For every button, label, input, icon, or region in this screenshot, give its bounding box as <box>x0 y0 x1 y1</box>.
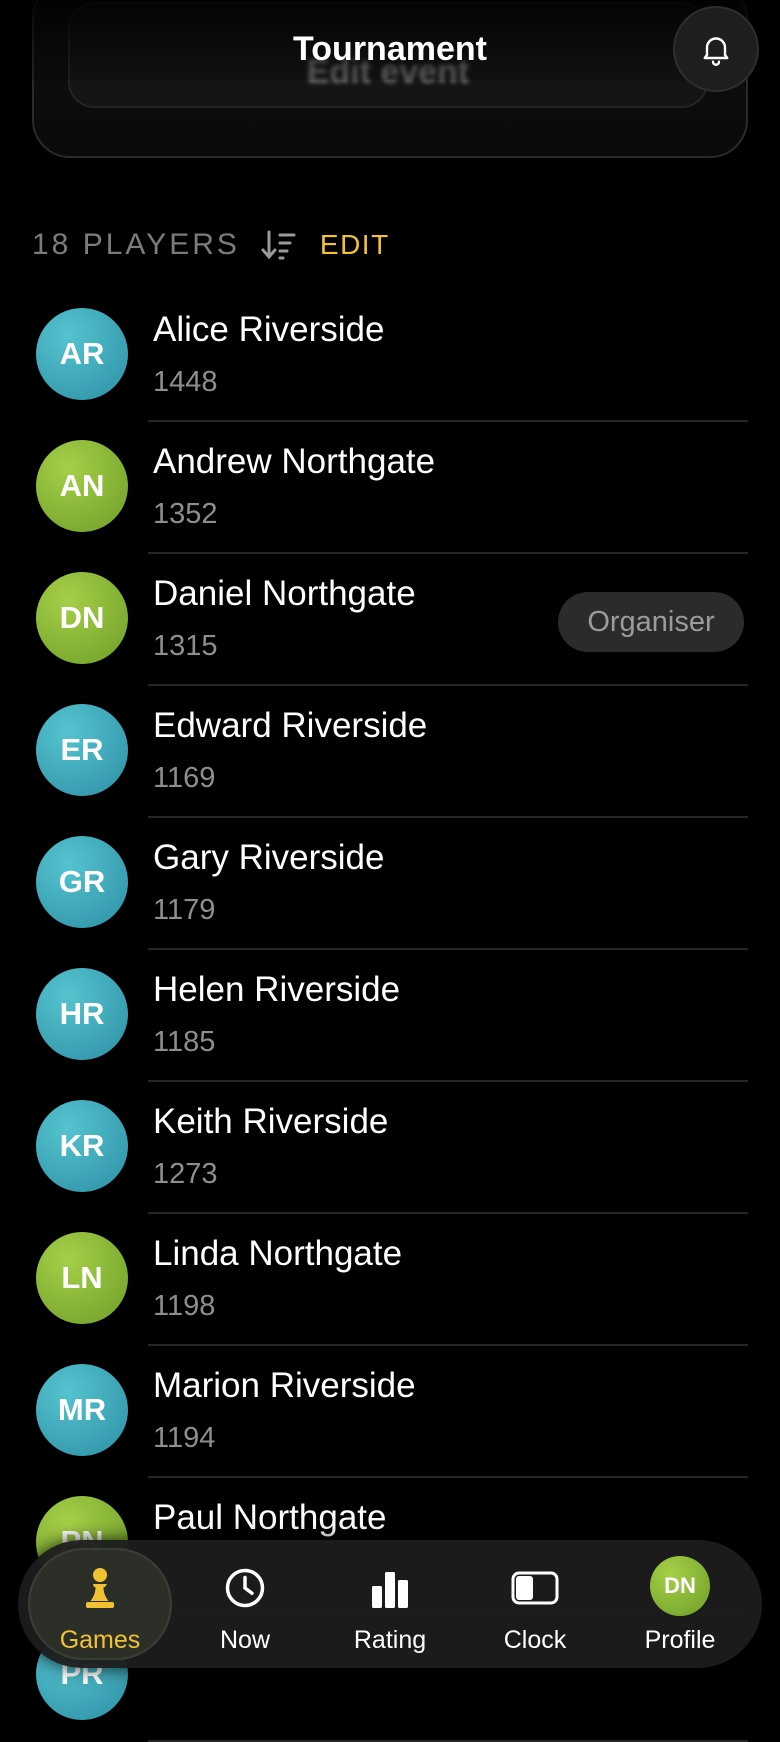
avatar: DN <box>36 572 128 664</box>
player-row[interactable]: DN Daniel Northgate 1315 Organiser <box>0 554 780 686</box>
bell-icon <box>698 31 734 67</box>
page-title: Tournament <box>293 30 487 68</box>
player-row[interactable]: AR Alice Riverside 1448 <box>0 290 780 422</box>
player-row[interactable]: HR Helen Riverside 1185 <box>0 950 780 1082</box>
players-count: 18 PLAYERS <box>32 228 240 261</box>
player-rating: 1194 <box>153 1422 216 1454</box>
avatar: ER <box>36 704 128 796</box>
player-name: Linda Northgate <box>153 1234 403 1273</box>
tab-games[interactable]: Games <box>30 1540 170 1668</box>
avatar: GR <box>36 836 128 928</box>
sort-descending-icon[interactable] <box>260 226 298 264</box>
player-rating: 1185 <box>153 1026 216 1058</box>
tab-rating[interactable]: Rating <box>320 1540 460 1668</box>
organiser-badge: Organiser <box>558 592 744 652</box>
avatar: HR <box>36 968 128 1060</box>
tab-now[interactable]: Now <box>175 1540 315 1668</box>
player-row[interactable]: AN Andrew Northgate 1352 <box>0 422 780 554</box>
avatar: DN <box>650 1556 710 1616</box>
player-name: Helen Riverside <box>153 970 401 1009</box>
player-name: Daniel Northgate <box>153 574 416 613</box>
edit-players-link[interactable]: EDIT <box>320 229 390 261</box>
bar-chart-icon <box>366 1564 414 1612</box>
player-rating: 1273 <box>153 1158 218 1190</box>
avatar: AN <box>36 440 128 532</box>
avatar: KR <box>36 1100 128 1192</box>
avatar: LN <box>36 1232 128 1324</box>
player-name: Alice Riverside <box>153 310 385 349</box>
bottom-tab-bar: Games Now Rating Clock DN Profile <box>18 1540 762 1668</box>
pawn-icon <box>76 1564 124 1612</box>
tab-label: Games <box>59 1626 141 1654</box>
player-row[interactable]: KR Keith Riverside 1273 <box>0 1082 780 1214</box>
player-name: Edward Riverside <box>153 706 428 745</box>
tab-label: Rating <box>353 1626 427 1654</box>
notifications-button[interactable] <box>673 6 759 92</box>
player-rating: 1352 <box>153 498 218 530</box>
avatar: MR <box>36 1364 128 1456</box>
players-section-header: 18 PLAYERS EDIT <box>32 222 390 268</box>
player-name: Paul Northgate <box>153 1498 387 1537</box>
player-rating: 1315 <box>153 630 218 662</box>
player-name: Andrew Northgate <box>153 442 436 481</box>
player-name: Keith Riverside <box>153 1102 389 1141</box>
avatar: AR <box>36 308 128 400</box>
player-row[interactable]: GR Gary Riverside 1179 <box>0 818 780 950</box>
player-name: Gary Riverside <box>153 838 385 877</box>
tab-clock[interactable]: Clock <box>465 1540 605 1668</box>
tab-profile[interactable]: DN Profile <box>610 1540 750 1668</box>
player-row[interactable]: MR Marion Riverside 1194 <box>0 1346 780 1478</box>
player-rating: 1179 <box>153 894 216 926</box>
chess-clock-icon <box>511 1564 559 1612</box>
tab-label: Now <box>219 1626 270 1654</box>
player-row[interactable]: LN Linda Northgate 1198 <box>0 1214 780 1346</box>
clock-icon <box>221 1564 269 1612</box>
player-name: Marion Riverside <box>153 1366 416 1405</box>
player-rating: 1198 <box>153 1290 216 1322</box>
tab-label: Clock <box>503 1626 567 1654</box>
player-rating: 1448 <box>153 366 218 398</box>
player-list: AR Alice Riverside 1448 AN Andrew Northgate 1… <box>0 290 780 1742</box>
player-rating: 1169 <box>153 762 216 794</box>
player-row[interactable]: ER Edward Riverside 1169 <box>0 686 780 818</box>
tab-label: Profile <box>644 1626 716 1654</box>
